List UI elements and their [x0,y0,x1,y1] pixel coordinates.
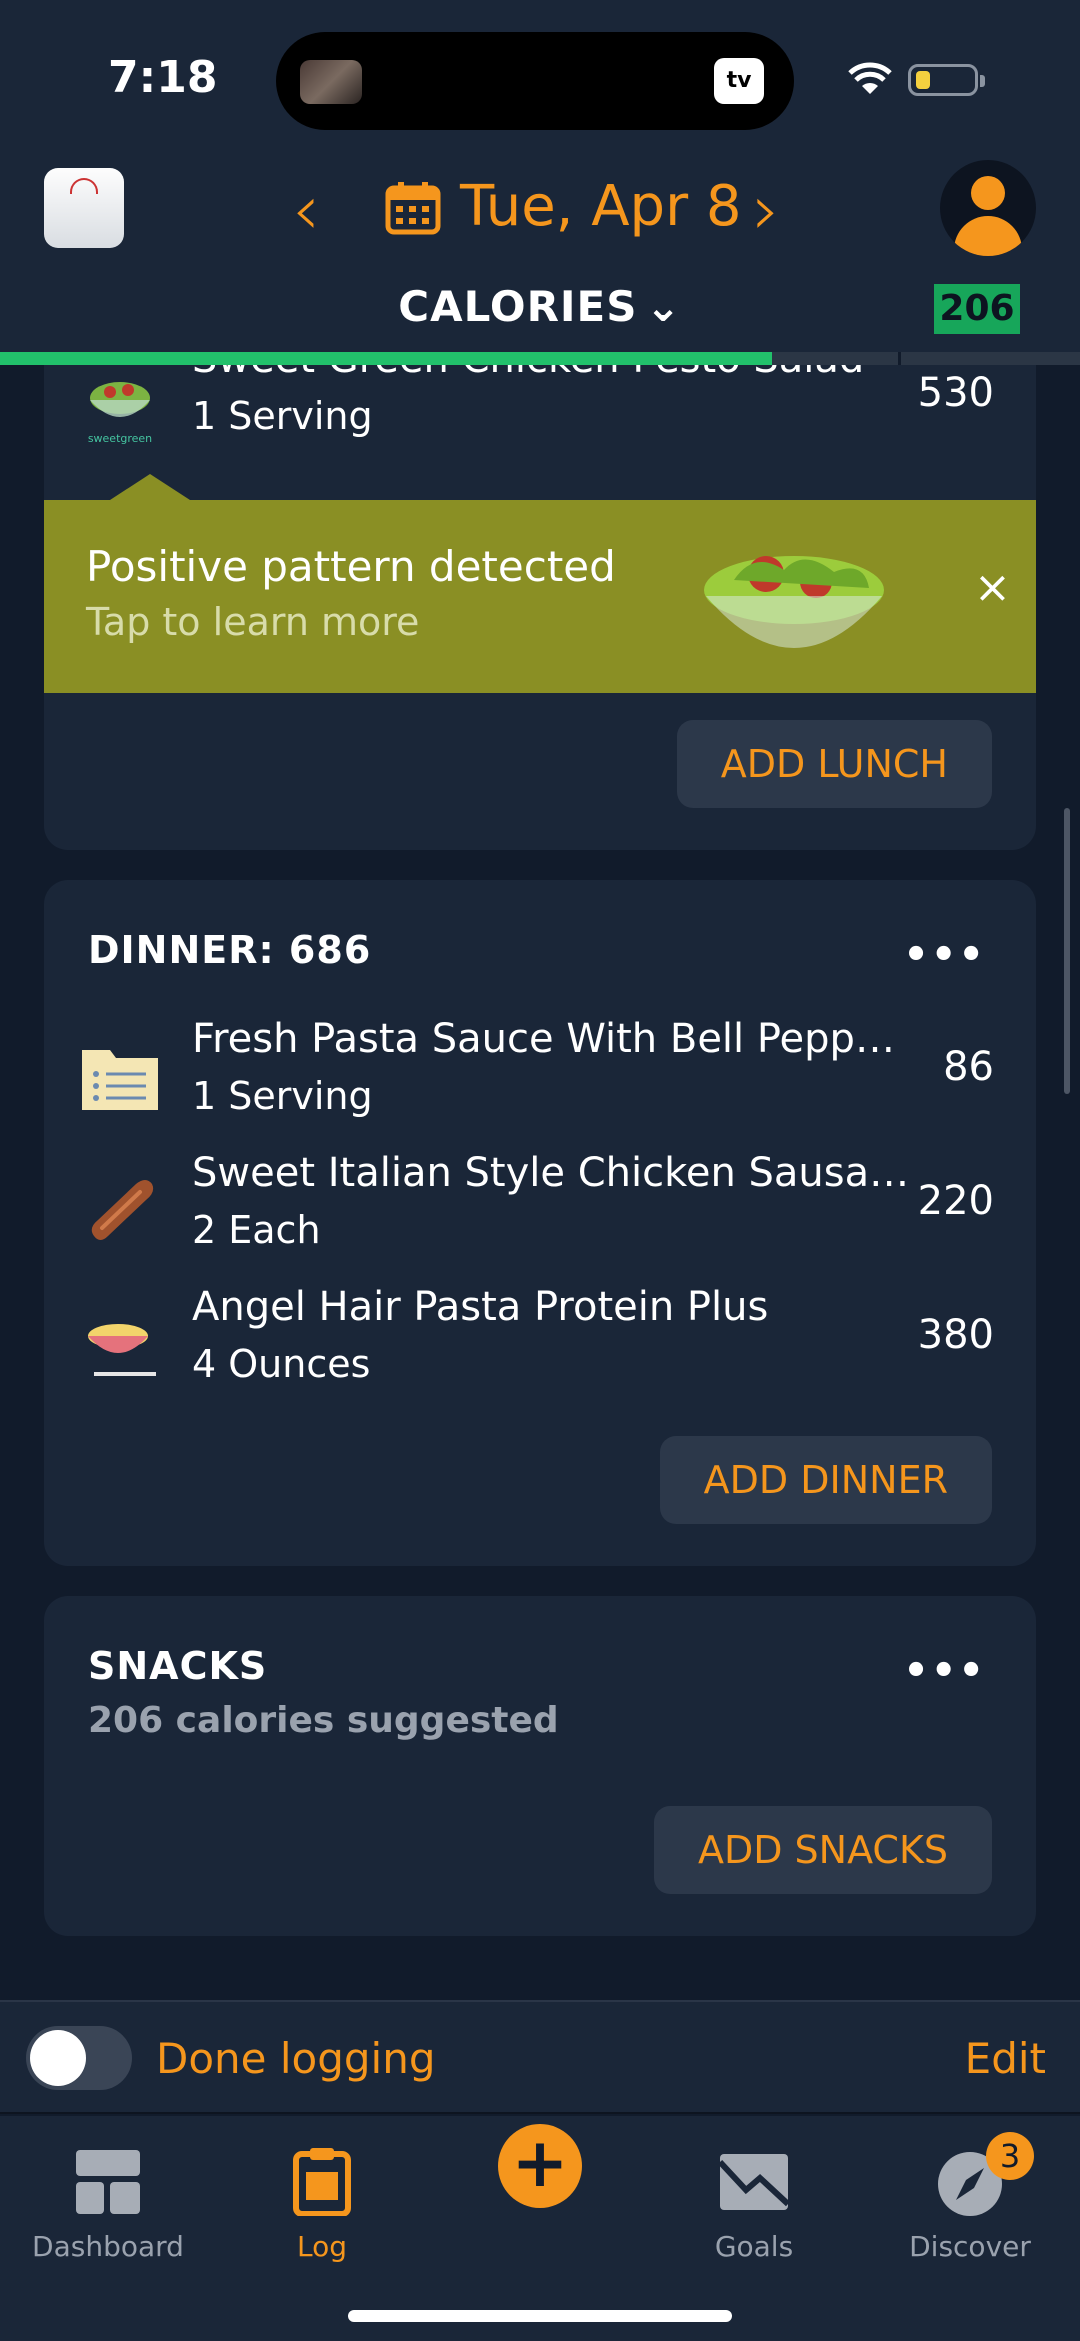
snacks-suggestion: 206 calories suggested [88,1700,559,1741]
add-lunch-button[interactable]: ADD LUNCH [676,720,992,808]
calories-remaining-badge: 206 [934,284,1020,334]
positive-pattern-banner[interactable]: Positive pattern detected Tap to learn m… [44,474,1036,693]
snacks-heading: SNACKS [88,1644,268,1688]
add-dinner-button[interactable]: ADD DINNER [659,1436,992,1524]
food-item[interactable]: Fresh Pasta Sauce With Bell Peppers 1 Se… [44,1014,1036,1134]
add-food-plus-button[interactable]: + [498,2124,582,2208]
goals-icon [720,2154,788,2210]
tab-label: Log [296,2230,347,2263]
previous-day-button[interactable]: ‹ [292,175,320,245]
food-name: Sweet Italian Style Chicken Sausa… [192,1150,910,1196]
recipe-folder-icon [82,1050,158,1110]
battery-icon [908,64,985,96]
scrollbar[interactable] [1064,808,1070,1094]
done-logging-bar: Done logging Edit [0,2000,1080,2114]
calendar-icon [385,182,441,235]
food-name: Fresh Pasta Sauce With Bell Peppers [192,1016,912,1062]
food-amount: 2 Each [192,1208,321,1252]
food-calories: 220 [917,1178,994,1224]
done-logging-toggle[interactable] [26,2026,132,2090]
now-playing-thumbnail [300,60,362,104]
food-calories: 86 [943,1044,994,1090]
tab-bar: Dashboard Log + Goals 3 Discover [0,2116,1080,2341]
home-indicator[interactable] [348,2310,732,2322]
status-time: 7:18 [108,52,218,103]
food-calories: 380 [917,1312,994,1358]
plus-icon: + [511,2124,569,2203]
banner-pointer [110,474,190,500]
add-snacks-button[interactable]: ADD SNACKS [653,1806,992,1894]
food-calories: 530 [917,370,994,416]
tracking-mode-label: CALORIES [398,282,638,331]
tracking-mode-selector[interactable]: CALORIES ⌄ [0,282,1080,331]
dinner-more-icon[interactable]: ••• [903,932,986,978]
apple-tv-icon: tv [714,58,764,104]
dynamic-island: tv [276,32,794,130]
done-logging-label: Done logging [156,2034,436,2083]
food-name: Angel Hair Pasta Protein Plus [192,1284,769,1330]
tab-label: Dashboard [32,2230,184,2263]
tab-discover[interactable]: 3 Discover [870,2132,1070,2274]
dashboard-icon [76,2150,140,2214]
banner-subtitle: Tap to learn more [86,600,420,644]
banner-title: Positive pattern detected [86,542,616,591]
salad-bowl-icon [704,556,884,648]
discover-badge: 3 [986,2132,1034,2180]
sausage-icon [91,1180,154,1240]
calorie-progress-bar [0,352,1080,365]
food-amount: 4 Ounces [192,1342,371,1386]
edit-button[interactable]: Edit [965,2034,1046,2083]
clipboard-icon [293,2148,351,2216]
tab-log[interactable]: Log [222,2134,422,2274]
dinner-card: DINNER: 686 ••• Fresh Pasta Sauce With B… [44,880,1036,1566]
food-item[interactable]: Angel Hair Pasta Protein Plus 4 Ounces 3… [44,1282,1036,1402]
tab-dashboard[interactable]: Dashboard [8,2134,208,2274]
svg-text:sweetgreen: sweetgreen [88,432,152,445]
chevron-down-icon: ⌄ [645,282,682,331]
scale-dial-icon [70,178,98,194]
next-day-button[interactable]: › [752,175,780,245]
tab-goals[interactable]: Goals [654,2134,854,2274]
current-date[interactable]: Tue, Apr 8 [460,174,742,239]
dinner-heading: DINNER: 686 [88,928,372,972]
tab-label: Discover [909,2230,1031,2263]
profile-avatar-button[interactable] [940,160,1036,256]
snacks-card: SNACKS ••• 206 calories suggested ADD SN… [44,1596,1036,1936]
pasta-bowl-icon [88,1324,156,1376]
app-header: 7:18 tv ‹ Tue, Apr 8 › CALORIES ⌄ 206 [0,0,1080,365]
close-icon[interactable]: × [974,562,1011,613]
snacks-more-icon[interactable]: ••• [903,1648,986,1694]
salad-bowl-icon: sweetgreen [88,382,152,445]
calorie-progress-fill [0,352,773,365]
tab-label: Goals [714,2230,794,2263]
food-amount: 1 Serving [192,394,373,438]
weigh-in-scale-button[interactable] [44,168,124,248]
food-item[interactable]: Sweet Italian Style Chicken Sausa… 2 Eac… [44,1148,1036,1268]
food-amount: 1 Serving [192,1074,373,1118]
wifi-icon [848,62,892,94]
